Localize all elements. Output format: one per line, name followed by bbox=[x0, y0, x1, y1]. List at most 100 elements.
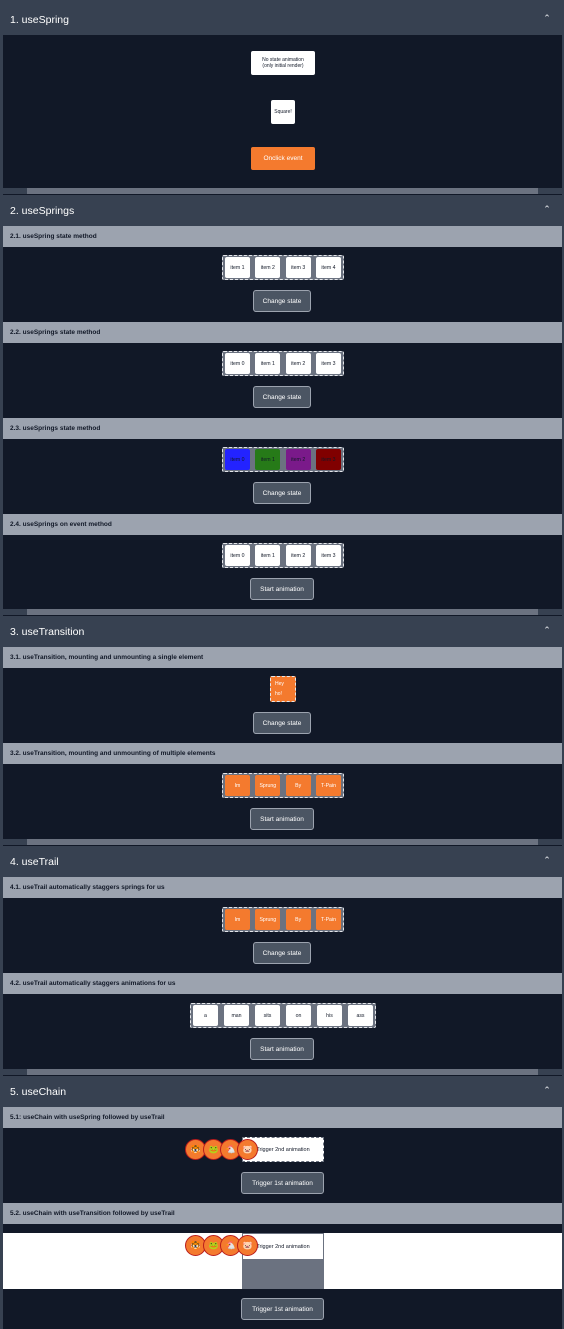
list-item: his bbox=[317, 1005, 342, 1026]
subsection-header: 3.1. useTransition, mounting and unmount… bbox=[3, 647, 562, 668]
horizontal-scrollbar[interactable] bbox=[3, 188, 562, 194]
button-label: Start animation bbox=[260, 585, 304, 593]
scrollbar-thumb[interactable] bbox=[27, 609, 538, 615]
list-item: Sprung bbox=[255, 909, 281, 930]
trigger-1st-animation-button[interactable]: Trigger 1st animation bbox=[241, 1172, 324, 1194]
section-header[interactable]: 1. useSpring ⌃ bbox=[3, 5, 562, 35]
subsection-title: 2.2. useSprings state method bbox=[10, 329, 101, 336]
chevron-up-icon[interactable]: ⌃ bbox=[542, 204, 552, 214]
list-item: item 1 bbox=[255, 353, 281, 374]
chevron-up-icon[interactable]: ⌃ bbox=[542, 855, 552, 865]
items-row: a man sits on his ass bbox=[190, 1003, 376, 1028]
section-usetrail: 4. useTrail ⌃ 4.1. useTrail automaticall… bbox=[3, 847, 562, 1076]
section-title: 1. useSpring bbox=[10, 14, 69, 26]
horizontal-scrollbar[interactable] bbox=[3, 609, 562, 615]
button-label: Trigger 1st animation bbox=[252, 1179, 313, 1187]
subsection-header: 2.3. useSprings state method bbox=[3, 418, 562, 439]
animated-square: Square! bbox=[271, 100, 295, 124]
subsection-header: 2.2. useSprings state method bbox=[3, 322, 562, 343]
button-label: Start animation bbox=[260, 815, 304, 823]
list-item: item 2 bbox=[255, 257, 281, 278]
list-item: sits bbox=[255, 1005, 280, 1026]
list-item: ass bbox=[348, 1005, 373, 1026]
chevron-up-icon[interactable]: ⌃ bbox=[542, 625, 552, 635]
subsection-title: 3.1. useTransition, mounting and unmount… bbox=[10, 654, 204, 661]
subsection-title: 4.2. useTrail automatically staggers ani… bbox=[10, 980, 176, 987]
change-state-button[interactable]: Change state bbox=[253, 290, 311, 312]
subsection-title: 3.2. useTransition, mounting and unmount… bbox=[10, 750, 216, 757]
colored-item: item 1 bbox=[255, 449, 281, 470]
start-animation-button[interactable]: Start animation bbox=[250, 808, 314, 830]
subsection-header: 5.2. useChain with useTransition followe… bbox=[3, 1203, 562, 1224]
scrollbar-thumb[interactable] bbox=[27, 839, 538, 845]
section-header[interactable]: 2. useSprings ⌃ bbox=[3, 196, 562, 226]
subsection-title: 2.1. useSpring state method bbox=[10, 233, 97, 240]
square-label: Square! bbox=[274, 109, 292, 115]
pig-icon: 🐷 bbox=[237, 1139, 258, 1160]
transition-line: Hey bbox=[275, 681, 284, 687]
change-state-button[interactable]: Change state bbox=[253, 386, 311, 408]
horizontal-scrollbar[interactable] bbox=[3, 1069, 562, 1075]
change-state-button[interactable]: Change state bbox=[253, 942, 311, 964]
horizontal-scrollbar[interactable] bbox=[3, 839, 562, 845]
start-animation-button[interactable]: Start animation bbox=[250, 1038, 314, 1060]
list-item: man bbox=[224, 1005, 249, 1026]
list-item: item 3 bbox=[315, 353, 341, 374]
scrollbar-thumb[interactable] bbox=[27, 1069, 538, 1075]
button-label: Change state bbox=[262, 489, 302, 497]
chevron-up-icon[interactable]: ⌃ bbox=[542, 13, 552, 23]
list-item: item 2 bbox=[285, 545, 311, 566]
list-item: on bbox=[286, 1005, 311, 1026]
static-box-line-2: (only initial render) bbox=[262, 63, 304, 69]
onclick-event-button[interactable]: Onclick event bbox=[251, 147, 315, 170]
items-row: item 0 item 1 item 2 item 3 bbox=[222, 447, 344, 472]
list-item: Sprung bbox=[255, 775, 281, 796]
box-label: Trigger 2nd animation bbox=[256, 1243, 310, 1250]
chevron-up-icon[interactable]: ⌃ bbox=[542, 1085, 552, 1095]
subsection-header: 2.4. useSprings on event method bbox=[3, 514, 562, 535]
transition-line: ho! bbox=[275, 691, 282, 697]
items-row: item 0 item 1 item 2 item 3 bbox=[222, 543, 344, 568]
transition-element: Hey ho! bbox=[270, 676, 296, 702]
button-label: Start animation bbox=[260, 1045, 304, 1053]
list-item: item 3 bbox=[315, 545, 341, 566]
section-title: 2. useSprings bbox=[10, 205, 75, 217]
start-animation-button[interactable]: Start animation bbox=[250, 578, 314, 600]
change-state-button[interactable]: Change state bbox=[253, 482, 311, 504]
list-item: item 0 bbox=[225, 353, 250, 374]
section-header[interactable]: 5. useChain ⌃ bbox=[3, 1077, 562, 1107]
section-usespring: 1. useSpring ⌃ No state animation (only … bbox=[3, 5, 562, 195]
items-row: item 0 item 1 item 2 item 3 bbox=[222, 351, 344, 376]
list-item: Im bbox=[225, 909, 250, 930]
button-label: Change state bbox=[262, 393, 302, 401]
trigger-1st-animation-button[interactable]: Trigger 1st animation bbox=[241, 1298, 324, 1320]
scrollbar-thumb[interactable] bbox=[27, 188, 538, 194]
list-item: Im bbox=[225, 775, 250, 796]
list-item: By bbox=[285, 909, 311, 930]
pig-icon: 🐷 bbox=[237, 1235, 258, 1256]
list-item: By bbox=[285, 775, 311, 796]
static-box: No state animation (only initial render) bbox=[251, 51, 315, 75]
colored-item: item 3 bbox=[315, 449, 341, 470]
button-label: Trigger 1st animation bbox=[252, 1305, 313, 1313]
change-state-button[interactable]: Change state bbox=[253, 712, 311, 734]
button-label: Change state bbox=[262, 297, 302, 305]
section-usesprings: 2. useSprings ⌃ 2.1. useSpring state met… bbox=[3, 196, 562, 616]
items-row: item 1 item 2 item 3 item 4 bbox=[222, 255, 344, 280]
section-header[interactable]: 3. useTransition ⌃ bbox=[3, 617, 562, 647]
subsection-title: 4.1. useTrail automatically staggers spr… bbox=[10, 884, 165, 891]
list-item: T-Pain bbox=[315, 775, 341, 796]
subsection-header: 4.2. useTrail automatically staggers ani… bbox=[3, 973, 562, 994]
list-item: a bbox=[193, 1005, 218, 1026]
subsection-title: 5.2. useChain with useTransition followe… bbox=[10, 1210, 175, 1217]
list-item: item 3 bbox=[285, 257, 311, 278]
section-usetransition: 3. useTransition ⌃ 3.1. useTransition, m… bbox=[3, 617, 562, 846]
subsection-header: 2.1. useSpring state method bbox=[3, 226, 562, 247]
subsection-title: 5.1: useChain with useSpring followed by… bbox=[10, 1114, 165, 1121]
items-row: Im Sprung By T-Pain bbox=[222, 907, 344, 932]
section-title: 4. useTrail bbox=[10, 856, 59, 868]
section-title: 3. useTransition bbox=[10, 626, 85, 638]
box-label: Trigger 2nd animation bbox=[256, 1146, 310, 1153]
items-row: Im Sprung By T-Pain bbox=[222, 773, 344, 798]
section-header[interactable]: 4. useTrail ⌃ bbox=[3, 847, 562, 877]
